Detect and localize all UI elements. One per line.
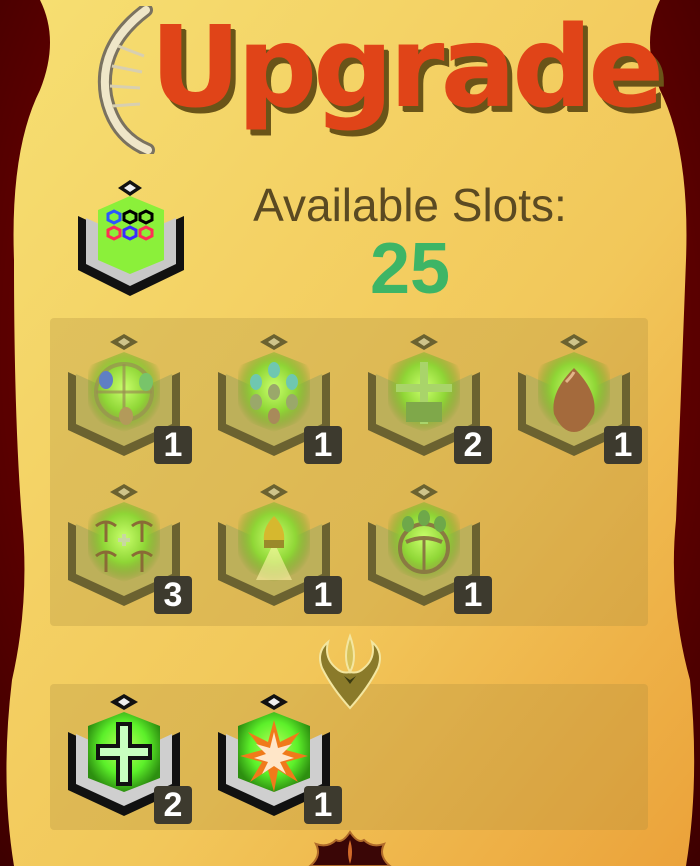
available-slots-value: 25 <box>369 229 451 309</box>
upgrade-count: 1 <box>454 576 492 614</box>
active-upgrade-slot[interactable]: 2 <box>66 692 192 824</box>
upgrade-count: 1 <box>304 426 342 464</box>
upgrade-slot[interactable]: 1 <box>216 482 342 614</box>
upgrade-slot[interactable]: 3 <box>66 482 192 614</box>
upgrade-slot[interactable]: 1 <box>366 482 492 614</box>
title-header: Upgrade <box>88 6 664 156</box>
hexagon-grid-icon <box>78 180 184 296</box>
upgrade-slot[interactable]: 1 <box>66 332 192 464</box>
upgrade-count: 1 <box>304 576 342 614</box>
upgrade-slot[interactable]: 2 <box>366 332 492 464</box>
available-slots-label: Available Slots: <box>253 179 567 231</box>
wheel-droplets-icon <box>398 510 450 574</box>
upgrade-count: 1 <box>154 426 192 464</box>
upgrade-slot[interactable]: 1 <box>216 332 342 464</box>
upgrade-count: 3 <box>154 576 192 614</box>
active-upgrade-count: 1 <box>304 786 342 824</box>
page-title: Upgrade <box>150 3 664 133</box>
active-upgrade-count: 2 <box>154 786 192 824</box>
upgrade-count: 1 <box>604 426 642 464</box>
active-upgrade-slot[interactable]: 1 <box>216 692 342 824</box>
upgrade-count: 2 <box>454 426 492 464</box>
upgrade-slot[interactable]: 1 <box>516 332 642 464</box>
flame-emblem-icon <box>308 830 392 866</box>
